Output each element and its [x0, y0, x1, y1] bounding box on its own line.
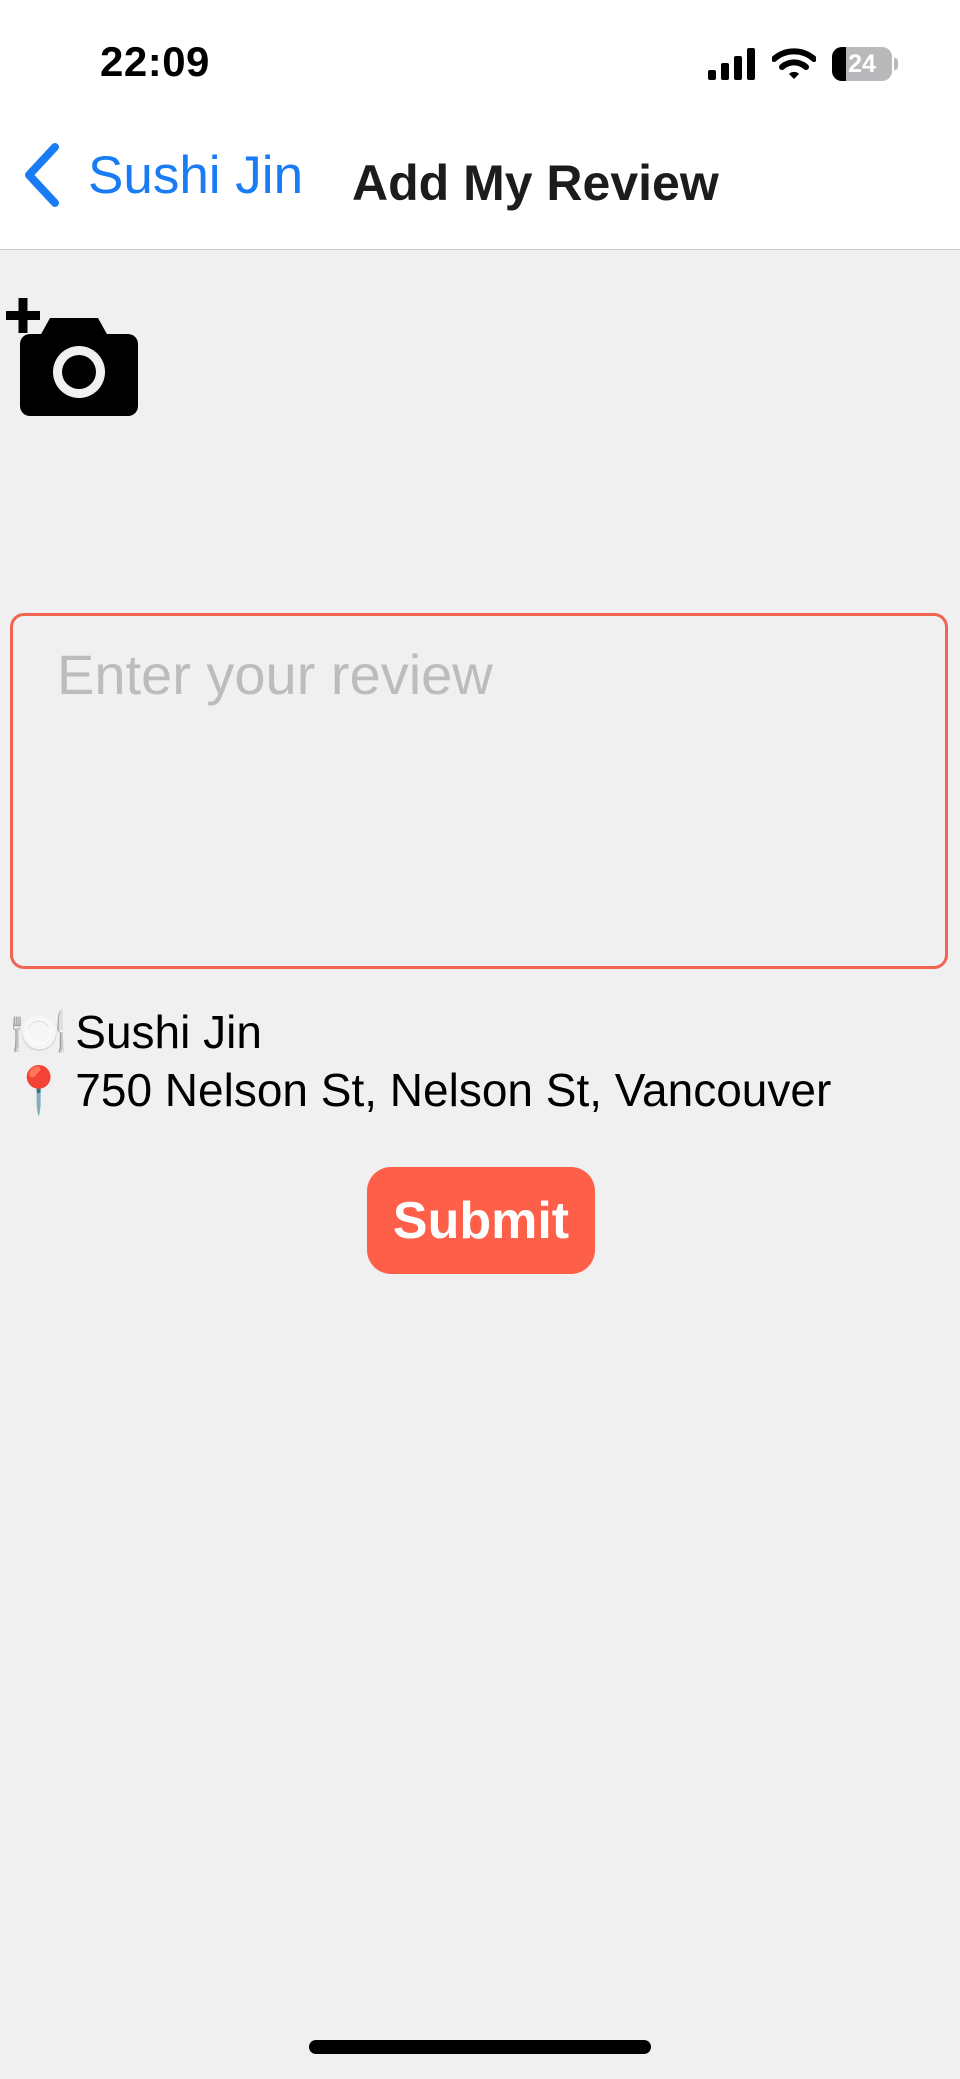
restaurant-address: 750 Nelson St, Nelson St, Vancouver — [75, 1064, 832, 1116]
location-pin-icon: 📍 — [10, 1063, 68, 1116]
submit-button[interactable]: Submit — [367, 1167, 595, 1274]
chevron-left-icon — [25, 143, 59, 207]
battery-icon: 24 — [832, 47, 898, 81]
navigation-bar: Sushi Jin Add My Review — [0, 118, 960, 250]
cellular-signal-icon — [708, 48, 755, 80]
battery-body: 24 — [832, 47, 892, 81]
restaurant-name-row: 🍽️ Sushi Jin — [10, 1002, 262, 1062]
add-photo-camera-icon — [6, 298, 138, 416]
status-time: 22:09 — [100, 38, 210, 85]
back-button-label: Sushi Jin — [88, 145, 304, 205]
battery-level: 24 — [848, 50, 876, 78]
status-bar: 22:09 24 — [0, 0, 960, 118]
add-photo-button[interactable] — [2, 294, 142, 420]
review-textarea[interactable] — [10, 613, 948, 969]
page-title: Add My Review — [352, 155, 719, 211]
restaurant-address-row: 📍 750 Nelson St, Nelson St, Vancouver — [10, 1060, 831, 1120]
battery-nub — [894, 58, 898, 70]
wifi-icon — [772, 48, 816, 79]
home-indicator[interactable] — [309, 2040, 651, 2054]
restaurant-name: Sushi Jin — [75, 1006, 262, 1058]
back-button[interactable]: Sushi Jin — [22, 140, 303, 210]
status-icons: 24 — [708, 44, 898, 84]
plate-utensils-icon: 🍽️ — [10, 1005, 68, 1058]
